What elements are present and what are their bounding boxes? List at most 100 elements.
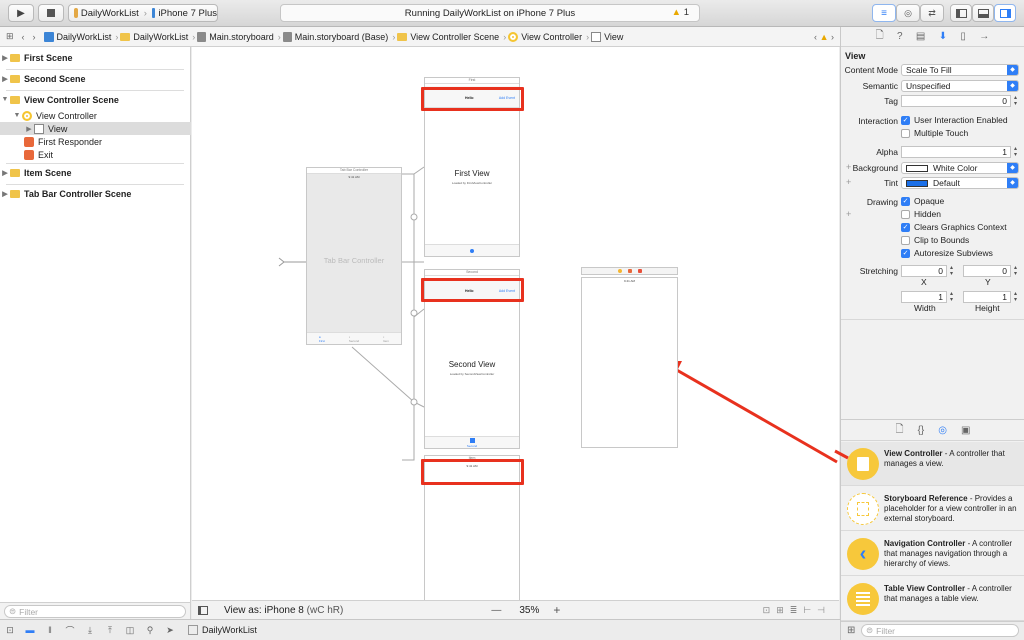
warning-indicator[interactable]: ▲ 1 <box>672 7 689 18</box>
embed-icon[interactable]: ⊡ <box>763 605 777 615</box>
next-issue-icon[interactable]: › <box>831 32 834 42</box>
identity-inspector-icon[interactable]: ▤ <box>916 31 925 42</box>
disclosure-right-icon[interactable]: ▶ <box>0 169 10 177</box>
location-icon[interactable]: ➤ <box>160 625 180 636</box>
library-item-table-view-controller[interactable]: Table View Controller - A controller tha… <box>841 577 1024 621</box>
attributes-inspector-icon[interactable]: ⬇ <box>939 31 947 42</box>
view-as-button[interactable]: View as: iPhone 8 (wC hR) <box>224 605 343 616</box>
media-library-icon[interactable]: ▣ <box>961 425 970 436</box>
semantic-popup[interactable]: Unspecified ◆ <box>901 80 1019 92</box>
back-icon[interactable]: ‹ <box>22 32 25 42</box>
breadcrumb-group[interactable]: DailyWorkList <box>120 32 188 42</box>
tab-bar-item-second[interactable]: Second <box>425 436 519 448</box>
run-button[interactable]: ▶ <box>8 4 34 22</box>
tab-bar-controller-scene[interactable]: Tab Bar Controller 9:41 AM Tab Bar Contr… <box>306 167 402 345</box>
opaque-checkbox[interactable]: ✓ Opaque <box>901 196 944 206</box>
storyboard-canvas[interactable]: Tab Bar Controller 9:41 AM Tab Bar Contr… <box>192 47 839 602</box>
hide-debug-icon[interactable]: ⊡ <box>0 625 20 636</box>
disclosure-right-icon[interactable]: ▶ <box>24 125 34 133</box>
prev-issue-icon[interactable]: ‹ <box>814 32 817 42</box>
grid-view-icon[interactable]: ⊞ <box>847 625 855 636</box>
toggle-inspector-button[interactable] <box>994 4 1016 22</box>
version-editor-button[interactable]: ⇄ <box>920 4 944 22</box>
clears-graphics-checkbox[interactable]: ✓ Clears Graphics Context <box>901 222 1007 232</box>
breadcrumb-project[interactable]: DailyWorkList <box>43 31 111 42</box>
code-snippets-icon[interactable]: {} <box>918 425 925 436</box>
breadcrumb-view[interactable]: View <box>591 31 623 42</box>
stretch-x-field[interactable]: 0 <box>901 265 947 277</box>
disclosure-down-icon[interactable]: ▼ <box>12 112 22 119</box>
library-item-storyboard-reference[interactable]: Storyboard Reference - Provides a placeh… <box>841 487 1024 531</box>
stop-button[interactable] <box>38 4 64 22</box>
process-selector[interactable]: DailyWorkList <box>188 625 257 635</box>
outline-item-first-scene[interactable]: ▶ First Scene <box>0 51 191 64</box>
scheme-device[interactable]: iPhone 7 Plus <box>158 8 217 19</box>
multiple-touch-checkbox[interactable]: Multiple Touch <box>901 128 968 138</box>
background-popup[interactable]: White Color ◆ <box>901 162 1019 174</box>
stretch-height-field[interactable]: 1 <box>963 291 1011 303</box>
disclosure-down-icon[interactable]: ▼ <box>0 96 10 103</box>
stretch-width-field[interactable]: 1 <box>901 291 947 303</box>
help-inspector-icon[interactable]: ? <box>897 31 903 42</box>
view-debugger-icon[interactable]: ◫ <box>120 625 140 636</box>
stretch-height-stepper[interactable]: ▴ ▾ <box>1012 291 1019 303</box>
add-variation-icon[interactable]: + <box>846 177 851 187</box>
clip-to-bounds-checkbox[interactable]: Clip to Bounds <box>901 235 969 245</box>
toggle-navigator-button[interactable] <box>950 4 972 22</box>
outline-item-view-controller-scene[interactable]: ▼ View Controller Scene <box>0 93 191 106</box>
connections-inspector-icon[interactable]: → <box>979 31 989 42</box>
tab-item[interactable]: ▪ Item <box>383 335 389 343</box>
stretch-x-stepper[interactable]: ▴ ▾ <box>948 265 955 277</box>
breadcrumb-storyboard-base[interactable]: Main.storyboard (Base) <box>282 31 388 42</box>
update-frames-icon[interactable]: ⊞ <box>776 605 790 615</box>
content-mode-popup[interactable]: Scale To Fill ◆ <box>901 64 1019 76</box>
scheme-selector[interactable]: DailyWorkList › iPhone 7 Plus <box>68 4 218 22</box>
step-out-icon[interactable]: ⤒ <box>100 625 120 636</box>
hidden-checkbox[interactable]: Hidden <box>901 209 941 219</box>
breadcrumb-scene[interactable]: View Controller Scene <box>397 32 499 42</box>
forward-icon[interactable]: › <box>33 32 36 42</box>
pause-icon[interactable]: ‖ <box>40 625 60 635</box>
outline-item-view[interactable]: ▶ View <box>0 122 191 135</box>
resolve-icon[interactable]: ⊣ <box>817 605 831 615</box>
library-item-navigation-controller[interactable]: ‹ Navigation Controller - A controller t… <box>841 532 1024 576</box>
issue-navigation[interactable]: ‹ ▲ › <box>814 32 834 42</box>
library-filter-input[interactable]: ⊜ Filter <box>861 624 1019 637</box>
size-inspector-icon[interactable]: ▯ <box>960 31 966 42</box>
assistant-editor-button[interactable]: ◎ <box>896 4 920 22</box>
add-variation-icon[interactable]: + <box>846 209 851 219</box>
disclosure-right-icon[interactable]: ▶ <box>0 75 10 83</box>
add-variation-icon[interactable]: + <box>846 162 851 172</box>
outline-item-tab-bar-scene[interactable]: ▶ Tab Bar Controller Scene <box>0 187 191 200</box>
view-controller-scene[interactable]: 9:41 AM <box>581 277 678 448</box>
tab-second[interactable]: ▪ Second <box>349 335 359 343</box>
disclosure-right-icon[interactable]: ▶ <box>0 190 10 198</box>
breadcrumb-storyboard[interactable]: Main.storyboard <box>197 31 274 42</box>
outline-filter-input[interactable]: ⊜ Filter <box>4 605 186 618</box>
view-controller-dock-icon[interactable] <box>617 269 622 273</box>
file-templates-icon[interactable]: 🗋 <box>896 422 904 439</box>
alpha-field[interactable]: 1 <box>901 146 1011 158</box>
breakpoints-icon[interactable]: ▬ <box>20 625 40 635</box>
outline-item-view-controller[interactable]: ▼ View Controller <box>0 109 191 122</box>
tab-first[interactable]: ● First <box>319 335 325 343</box>
breadcrumb-view-controller[interactable]: View Controller <box>508 31 582 42</box>
toggle-outline-icon[interactable] <box>198 605 208 615</box>
pin-icon[interactable]: ⊢ <box>803 605 817 615</box>
autoresize-checkbox[interactable]: ✓ Autoresize Subviews <box>901 248 993 258</box>
first-responder-dock-icon[interactable] <box>627 269 632 273</box>
object-library-icon[interactable]: ◎ <box>938 425 947 436</box>
alpha-stepper[interactable]: ▴ ▾ <box>1012 146 1019 158</box>
outline-item-second-scene[interactable]: ▶ Second Scene <box>0 72 191 85</box>
stretch-width-stepper[interactable]: ▴ ▾ <box>948 291 955 303</box>
new-scene-dock[interactable] <box>581 267 678 275</box>
disclosure-right-icon[interactable]: ▶ <box>0 54 10 62</box>
tab-bar-item-first[interactable] <box>425 244 519 256</box>
grid-icon[interactable]: ⊞ <box>6 31 14 42</box>
tag-field[interactable]: 0 <box>901 95 1011 107</box>
toggle-debug-button[interactable] <box>972 4 994 22</box>
library-item-view-controller[interactable]: View Controller - A controller that mana… <box>841 442 1024 486</box>
standard-editor-button[interactable]: ≡ <box>872 4 896 22</box>
stretch-y-field[interactable]: 0 <box>963 265 1011 277</box>
outline-item-exit[interactable]: Exit <box>0 148 191 161</box>
